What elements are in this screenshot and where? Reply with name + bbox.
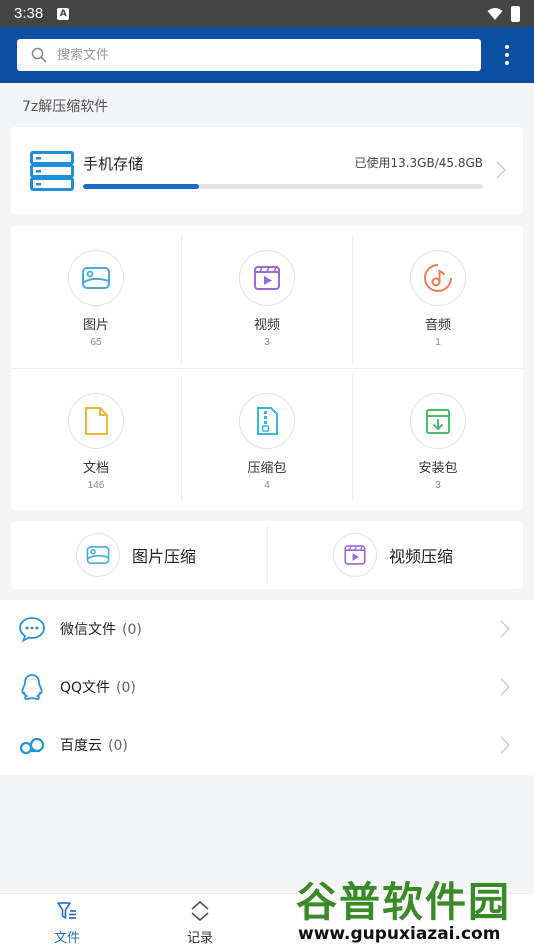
source-label: 微信文件 <box>60 622 116 638</box>
chevron-right-icon <box>500 620 510 638</box>
wechat-icon <box>19 617 45 643</box>
source-count: (0) <box>116 680 136 696</box>
category-label: 视频 <box>253 318 280 333</box>
chevron-right-icon <box>496 161 506 179</box>
document-icon <box>85 407 108 435</box>
status-icons <box>487 5 520 22</box>
battery-icon <box>511 5 520 22</box>
compress-row: 图片压缩 视频压缩 <box>11 521 523 589</box>
qq-icon <box>21 674 43 700</box>
search-box[interactable] <box>17 39 481 71</box>
category-label: 图片 <box>82 318 109 333</box>
watermark: 谷普软件园 www.gupuxiazai.com <box>292 866 534 950</box>
storage-label: 手机存储 <box>83 155 144 173</box>
phone-storage-card[interactable]: 手机存储 已使用13.3GB/45.8GB <box>11 127 523 214</box>
source-item-qq[interactable]: QQ文件 (0) <box>0 658 534 716</box>
category-archives[interactable]: 压缩包 4 <box>182 369 352 505</box>
source-item-baidu-cloud[interactable]: 百度云 (0) <box>0 716 534 774</box>
storage-icon <box>30 151 74 191</box>
category-count: 3 <box>264 337 270 348</box>
tab-label: 记录 <box>186 931 213 946</box>
category-install-packages[interactable]: 安装包 3 <box>353 369 523 505</box>
video-compress-label: 视频压缩 <box>389 547 454 566</box>
chevron-right-icon <box>500 678 510 696</box>
category-label: 压缩包 <box>247 461 287 476</box>
category-count: 1 <box>435 337 441 348</box>
records-icon <box>191 900 209 922</box>
category-grid: 图片 65 视频 3 音频 1 文档 146 压缩包 4 安装包 3 <box>11 226 523 510</box>
files-icon <box>57 902 76 919</box>
wifi-icon <box>487 7 503 20</box>
app-title: 7z解压缩软件 <box>22 99 109 115</box>
storage-progress-fill <box>83 184 199 189</box>
source-list: 微信文件 (0) QQ文件 (0) 百度云 (0) <box>0 600 534 775</box>
image-icon <box>86 546 110 564</box>
video-compress-button[interactable]: 视频压缩 <box>333 521 453 589</box>
storage-used-text: 已使用13.3GB/45.8GB <box>354 156 483 170</box>
status-bar: 3:38 A <box>0 0 534 27</box>
category-label: 文档 <box>82 461 109 476</box>
more-options-icon[interactable] <box>497 41 517 69</box>
category-count: 4 <box>264 480 270 491</box>
baidu-cloud-icon <box>19 737 45 755</box>
status-time: 3:38 <box>14 5 44 22</box>
search-input[interactable] <box>57 47 437 63</box>
source-count: (0) <box>108 738 128 754</box>
category-count: 146 <box>87 480 105 491</box>
chevron-right-icon <box>500 736 510 754</box>
image-icon <box>82 267 110 289</box>
image-compress-label: 图片压缩 <box>132 547 197 566</box>
source-label: 百度云 <box>60 738 102 754</box>
notification-icon: A <box>57 7 70 20</box>
source-label: QQ文件 <box>60 680 111 696</box>
category-label: 音频 <box>424 318 451 333</box>
category-count: 3 <box>435 480 441 491</box>
source-item-wechat[interactable]: 微信文件 (0) <box>0 600 534 658</box>
tab-files[interactable]: 文件 <box>22 900 112 948</box>
category-count: 65 <box>90 337 102 348</box>
video-icon <box>254 266 280 290</box>
audio-icon <box>424 264 452 292</box>
source-count: (0) <box>122 622 142 638</box>
watermark-title: 谷普软件园 <box>295 877 511 927</box>
category-images[interactable]: 图片 65 <box>11 226 181 362</box>
watermark-url: www.gupuxiazai.com <box>296 923 501 946</box>
archive-icon <box>257 407 278 435</box>
video-icon <box>344 545 366 565</box>
image-compress-button[interactable]: 图片压缩 <box>76 521 196 589</box>
tab-label: 文件 <box>53 931 80 946</box>
category-label: 安装包 <box>418 461 458 476</box>
category-audio[interactable]: 音频 1 <box>353 226 523 362</box>
category-documents[interactable]: 文档 146 <box>11 369 181 505</box>
install-package-icon <box>426 409 450 434</box>
search-icon <box>31 47 47 63</box>
app-header <box>0 27 534 83</box>
tab-records[interactable]: 记录 <box>155 900 245 948</box>
storage-progress-bar <box>83 184 483 189</box>
category-videos[interactable]: 视频 3 <box>182 226 352 362</box>
